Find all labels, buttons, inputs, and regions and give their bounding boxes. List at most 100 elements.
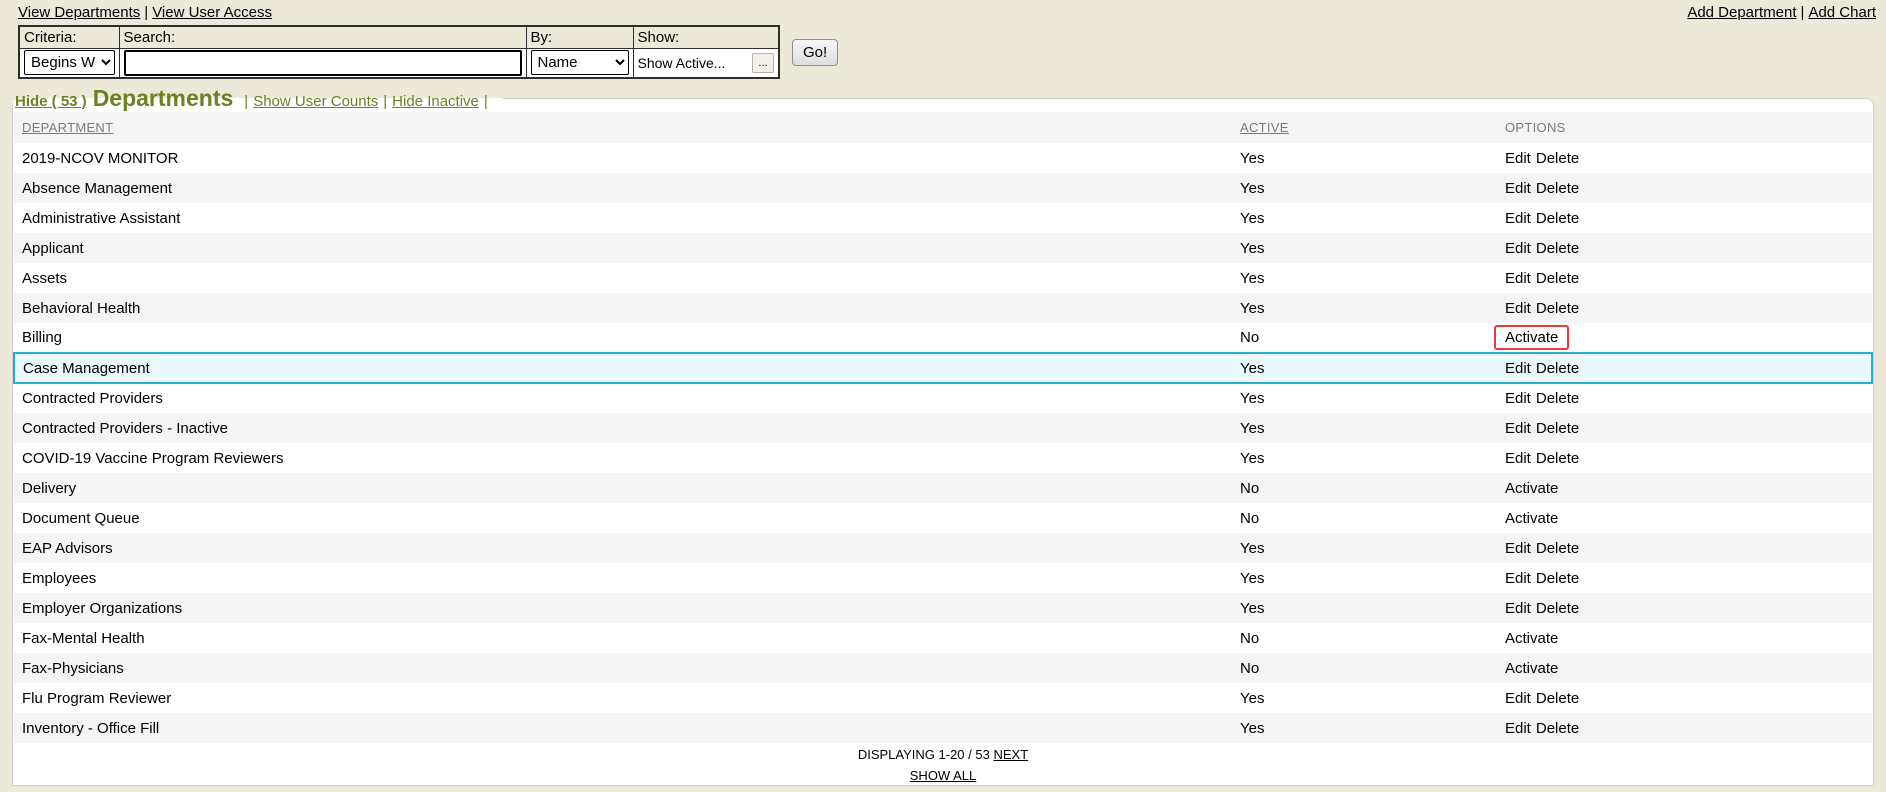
edit-link[interactable]: Edit — [1505, 270, 1531, 287]
top-nav-right: Add Department|Add Chart — [1687, 4, 1876, 21]
show-active-value[interactable]: Show Active... — [638, 55, 726, 71]
department-name: Behavioral Health — [14, 293, 1232, 323]
row-options: Edit Delete — [1497, 563, 1872, 593]
row-options: Edit Delete — [1497, 263, 1872, 293]
department-column-header: DEPARTMENT — [14, 112, 1232, 143]
edit-link[interactable]: Edit — [1505, 420, 1531, 437]
edit-link[interactable]: Edit — [1505, 150, 1531, 167]
delete-link[interactable]: Delete — [1536, 390, 1579, 407]
search-form-table: Criteria: Search: By: Show: Begins With … — [18, 25, 780, 79]
table-row: Contracted ProvidersYesEditDelete — [14, 383, 1872, 413]
by-select[interactable]: Name — [531, 50, 629, 75]
department-name: Assets — [14, 263, 1232, 293]
hide-inactive-link[interactable]: Hide Inactive — [392, 93, 479, 110]
delete-link[interactable]: Delete — [1536, 420, 1579, 437]
delete-link[interactable]: Delete — [1536, 300, 1579, 317]
active-value: Yes — [1232, 293, 1497, 323]
departments-table: DEPARTMENT ACTIVE OPTIONS 2019-NCOV MONI… — [13, 112, 1873, 785]
delete-link[interactable]: Delete — [1536, 360, 1579, 377]
department-name: Employer Organizations — [14, 593, 1232, 623]
criteria-select[interactable]: Begins With — [24, 50, 115, 75]
departments-legend: Hide ( 53 ) Departments | Show User Coun… — [13, 85, 503, 112]
edit-link[interactable]: Edit — [1505, 390, 1531, 407]
row-options: Edit Delete — [1497, 683, 1872, 713]
activate-link[interactable]: Activate — [1494, 325, 1569, 350]
add-department-link[interactable]: Add Department — [1687, 4, 1796, 21]
delete-link[interactable]: Delete — [1536, 240, 1579, 257]
separator: | — [383, 93, 387, 110]
edit-link[interactable]: Edit — [1505, 450, 1531, 467]
table-row: Employer OrganizationsYes Edit Delete — [14, 593, 1872, 623]
delete-link[interactable]: Delete — [1536, 600, 1579, 617]
search-label: Search: — [119, 26, 526, 48]
edit-link[interactable]: Edit — [1505, 720, 1531, 737]
delete-link[interactable]: Delete — [1536, 570, 1579, 587]
delete-link[interactable]: Delete — [1536, 270, 1579, 287]
activate-link[interactable]: Activate — [1505, 510, 1558, 527]
activate-link[interactable]: Activate — [1505, 660, 1558, 677]
delete-link[interactable]: Delete — [1536, 210, 1579, 227]
show-picker-button[interactable]: ... — [752, 53, 774, 73]
activate-link[interactable]: Activate — [1505, 480, 1558, 497]
add-chart-link[interactable]: Add Chart — [1808, 4, 1876, 21]
separator: | — [484, 93, 488, 110]
table-row: AssetsYes Edit Delete — [14, 263, 1872, 293]
active-value: Yes — [1232, 563, 1497, 593]
table-row: Absence ManagementYesEditDelete — [14, 173, 1872, 203]
delete-link[interactable]: Delete — [1536, 540, 1579, 557]
row-options: Activate — [1497, 623, 1872, 653]
row-options: Edit Delete — [1497, 293, 1872, 323]
edit-link[interactable]: Edit — [1505, 300, 1531, 317]
edit-link[interactable]: Edit — [1505, 180, 1531, 197]
show-user-counts-link[interactable]: Show User Counts — [253, 93, 378, 110]
delete-link[interactable]: Delete — [1536, 150, 1579, 167]
edit-link[interactable]: Edit — [1505, 570, 1531, 587]
department-name: Flu Program Reviewer — [14, 683, 1232, 713]
view-user-access-link[interactable]: View User Access — [152, 4, 272, 21]
active-value: No — [1232, 653, 1497, 683]
next-page-link[interactable]: NEXT — [993, 747, 1028, 762]
delete-link[interactable]: Delete — [1536, 690, 1579, 707]
row-options: Activate — [1497, 653, 1872, 683]
active-column-header: ACTIVE — [1232, 112, 1497, 143]
delete-link[interactable]: Delete — [1536, 720, 1579, 737]
edit-link[interactable]: Edit — [1505, 690, 1531, 707]
department-name: Fax-Mental Health — [14, 623, 1232, 653]
table-row: Fax-Mental HealthNoActivate — [14, 623, 1872, 653]
active-value: Yes — [1232, 593, 1497, 623]
active-value: Yes — [1232, 263, 1497, 293]
table-row: Case ManagementYesEditDelete — [14, 353, 1872, 383]
delete-link[interactable]: Delete — [1536, 180, 1579, 197]
go-button[interactable]: Go! — [792, 39, 838, 66]
sort-by-active[interactable]: ACTIVE — [1240, 120, 1289, 135]
edit-link[interactable]: Edit — [1505, 600, 1531, 617]
view-departments-link[interactable]: View Departments — [18, 4, 140, 21]
table-row: Contracted Providers - InactiveYesEditDe… — [14, 413, 1872, 443]
options-header-label: OPTIONS — [1505, 120, 1566, 135]
edit-link[interactable]: Edit — [1505, 210, 1531, 227]
row-options: Edit Delete — [1497, 533, 1872, 563]
department-name: Administrative Assistant — [14, 203, 1232, 233]
sort-by-department[interactable]: DEPARTMENT — [22, 120, 113, 135]
show-label: Show: — [633, 26, 779, 48]
active-value: Yes — [1232, 353, 1497, 383]
active-value: No — [1232, 503, 1497, 533]
department-name: Contracted Providers - Inactive — [14, 413, 1232, 443]
edit-link[interactable]: Edit — [1505, 240, 1531, 257]
row-options: Edit Delete — [1497, 593, 1872, 623]
hide-count-link[interactable]: Hide ( 53 ) — [15, 93, 87, 110]
edit-link[interactable]: Edit — [1505, 540, 1531, 557]
top-nav: View Departments|View User Access Add De… — [0, 0, 1886, 21]
active-value: No — [1232, 323, 1497, 353]
top-nav-left: View Departments|View User Access — [18, 4, 272, 21]
department-name: Applicant — [14, 233, 1232, 263]
table-row: DeliveryNoActivate — [14, 473, 1872, 503]
search-input[interactable] — [124, 50, 522, 76]
activate-link[interactable]: Activate — [1505, 630, 1558, 647]
delete-link[interactable]: Delete — [1536, 450, 1579, 467]
table-row: 2019-NCOV MONITORYesEditDelete — [14, 143, 1872, 173]
row-options: Edit Delete — [1497, 443, 1872, 473]
show-all-link[interactable]: SHOW ALL — [910, 768, 976, 783]
row-options: Activate — [1497, 503, 1872, 533]
edit-link[interactable]: Edit — [1505, 360, 1531, 377]
